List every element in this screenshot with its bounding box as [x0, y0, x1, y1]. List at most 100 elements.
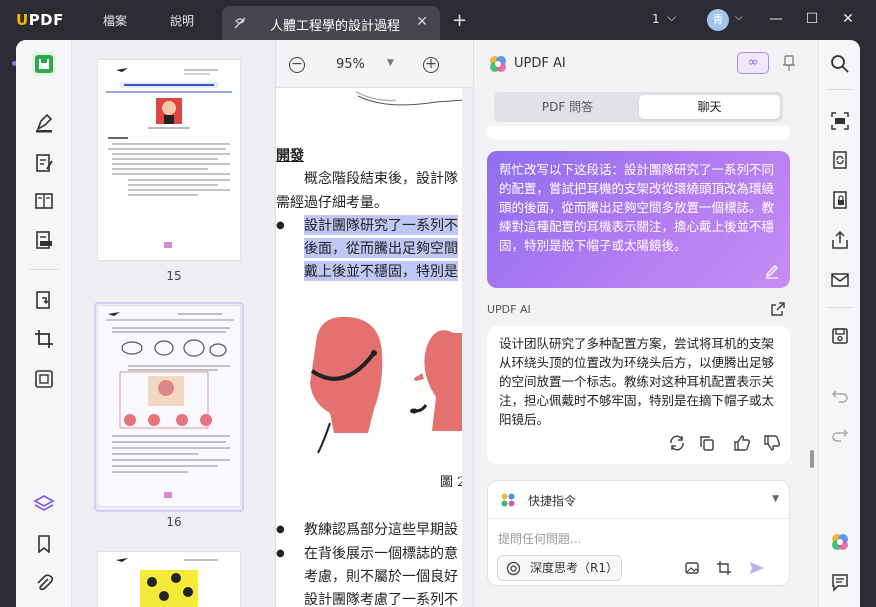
- organize-pages-tool[interactable]: [32, 189, 56, 213]
- ai-panel: UPDF AI ∞ PDF 問答 聊天 帮忙改写以下这段话：設計團隊研究了一系列…: [473, 40, 818, 607]
- figure-caption: 圖 2: [440, 475, 462, 490]
- ocr-tool[interactable]: [830, 111, 850, 131]
- close-window-icon[interactable]: ✕: [839, 10, 857, 28]
- maximize-icon[interactable]: ☐: [803, 10, 821, 28]
- ai-tab-switch: PDF 問答 聊天: [494, 92, 783, 122]
- ai-panel-title: UPDF AI: [514, 56, 566, 71]
- thumbnail-panel: 15 16: [72, 40, 276, 607]
- bullet-2: ●: [276, 524, 285, 535]
- add-tab-icon[interactable]: +: [452, 10, 467, 31]
- ai-assistant-tool[interactable]: [830, 532, 850, 552]
- layers-tool[interactable]: [32, 492, 56, 516]
- reader-tool[interactable]: [32, 52, 56, 76]
- right-toolbar: [818, 40, 860, 607]
- body-line-4: 在背後展示一個標誌的意: [304, 546, 458, 562]
- deep-think-button[interactable]: 深度思考（R1）: [497, 555, 622, 581]
- undo-tool[interactable]: [830, 384, 850, 404]
- edit-message-icon[interactable]: [764, 263, 780, 279]
- convert-icon: [36, 291, 50, 309]
- redo-icon: [832, 429, 849, 442]
- zoom-out-button[interactable]: −: [289, 57, 305, 73]
- menu-file[interactable]: 檔案: [103, 12, 127, 29]
- attachment-tool[interactable]: [32, 571, 56, 595]
- pin-icon[interactable]: [781, 54, 797, 72]
- crop-tool[interactable]: [32, 327, 56, 351]
- search-tool[interactable]: [830, 54, 850, 74]
- zoom-level[interactable]: 95%: [336, 57, 365, 72]
- pages-icon: [35, 193, 53, 209]
- image-upload-icon[interactable]: [684, 560, 700, 576]
- minimize-icon[interactable]: —: [767, 10, 785, 28]
- thumbnail-page-17[interactable]: [98, 552, 240, 607]
- chevron-down-icon[interactable]: ⌵: [667, 10, 676, 25]
- comments-tool[interactable]: [830, 572, 850, 592]
- tab-chat[interactable]: 聊天: [639, 95, 780, 119]
- redo-tool[interactable]: [830, 423, 850, 443]
- regenerate-icon[interactable]: [668, 434, 686, 452]
- layers-icon: [33, 495, 55, 511]
- zoom-dropdown-icon[interactable]: ▼: [387, 58, 394, 68]
- avatar-chevron-down-icon[interactable]: ⌵: [735, 12, 743, 23]
- bullet-1: ●: [276, 220, 285, 231]
- page-15-preview: [106, 68, 232, 248]
- save-icon: [832, 328, 848, 344]
- ai-mode-button[interactable]: ∞: [737, 52, 769, 74]
- zoom-in-button[interactable]: +: [423, 57, 439, 73]
- close-tab-icon[interactable]: ✕: [416, 14, 428, 30]
- bullet-3: ●: [276, 548, 285, 559]
- lock-document-icon: [833, 191, 847, 209]
- open-external-icon[interactable]: [770, 301, 786, 317]
- window-count[interactable]: 1: [652, 12, 660, 26]
- body-line-2: 需經過仔細考量。: [276, 195, 388, 211]
- save-tool[interactable]: [830, 326, 850, 346]
- body-line-5: 考慮，則不屬於一個良好: [304, 569, 458, 585]
- ocr-icon: [831, 112, 849, 130]
- body-line-1: 概念階段結束後，設計隊: [304, 171, 458, 187]
- crop-icon: [35, 330, 53, 348]
- ai-response-label: UPDF AI: [487, 303, 531, 316]
- thumbs-down-icon[interactable]: [763, 434, 781, 452]
- zoom-toolbar: − 95% ▼ +: [276, 40, 473, 88]
- thumbnail-page-15[interactable]: [98, 60, 240, 260]
- figure-heads: [310, 316, 462, 454]
- edit-document-icon: [36, 154, 53, 172]
- updf-logo: UPDF: [16, 11, 64, 29]
- right-toolbar-divider: [827, 89, 853, 90]
- quick-commands-dropdown[interactable]: 快捷指令 ▼: [488, 481, 791, 519]
- thumbnail-page-16[interactable]: [98, 306, 240, 506]
- thumbnail-label-15: 15: [166, 269, 182, 283]
- document-scrollbar[interactable]: [462, 88, 473, 607]
- thumbs-up-icon[interactable]: [733, 434, 751, 452]
- protect-tool[interactable]: [830, 190, 850, 210]
- highlight-tool[interactable]: [32, 111, 56, 135]
- user-message-bubble: 帮忙改写以下这段话：設計團隊研究了一系列不同的配置，嘗試把耳機的支架改從環繞頭頂…: [487, 151, 790, 288]
- user-message-text: 帮忙改写以下这段话：設計團隊研究了一系列不同的配置，嘗試把耳機的支架改從環繞頭頂…: [499, 162, 775, 253]
- convert-pdf-tool[interactable]: [830, 150, 850, 170]
- document-tab[interactable]: 人體工程學的設計過程 ✕: [222, 6, 440, 40]
- copy-icon[interactable]: [698, 434, 716, 452]
- form-tool[interactable]: [32, 228, 56, 252]
- highlighted-line-1[interactable]: 設計團隊研究了一系列不: [304, 215, 458, 235]
- search-icon: [831, 55, 849, 73]
- menu-help[interactable]: 說明: [170, 12, 194, 29]
- ask-input[interactable]: [498, 529, 778, 549]
- share-tool[interactable]: [830, 230, 850, 250]
- send-icon[interactable]: [749, 560, 765, 576]
- quick-commands-caret-icon: ▼: [772, 494, 779, 504]
- highlighted-line-2[interactable]: 後面，從而騰出足夠空間: [304, 238, 458, 258]
- ai-input-box: 快捷指令 ▼ 深度思考（R1）: [487, 480, 791, 586]
- convert-tool[interactable]: [32, 288, 56, 312]
- email-tool[interactable]: [830, 270, 850, 290]
- compress-tool[interactable]: [32, 367, 56, 391]
- body-line-6: 設計團隊考慮了一系列不: [304, 592, 458, 607]
- paperclip-icon: [37, 574, 54, 591]
- bookmark-tool[interactable]: [32, 532, 56, 556]
- ai-scrollbar-thumb[interactable]: [810, 450, 814, 468]
- pdf-page[interactable]: 開發 概念階段結束後，設計隊 需經過仔細考量。 ● 設計團隊研究了一系列不 後面…: [276, 88, 462, 607]
- quick-commands-label: 快捷指令: [528, 494, 577, 508]
- avatar[interactable]: 青: [707, 9, 729, 31]
- highlighted-line-3[interactable]: 戴上後並不穩固，特別是: [304, 261, 458, 281]
- edit-pdf-tool[interactable]: [32, 151, 56, 175]
- tab-pdf-qa[interactable]: PDF 問答: [497, 95, 638, 119]
- screenshot-crop-icon[interactable]: [716, 560, 732, 576]
